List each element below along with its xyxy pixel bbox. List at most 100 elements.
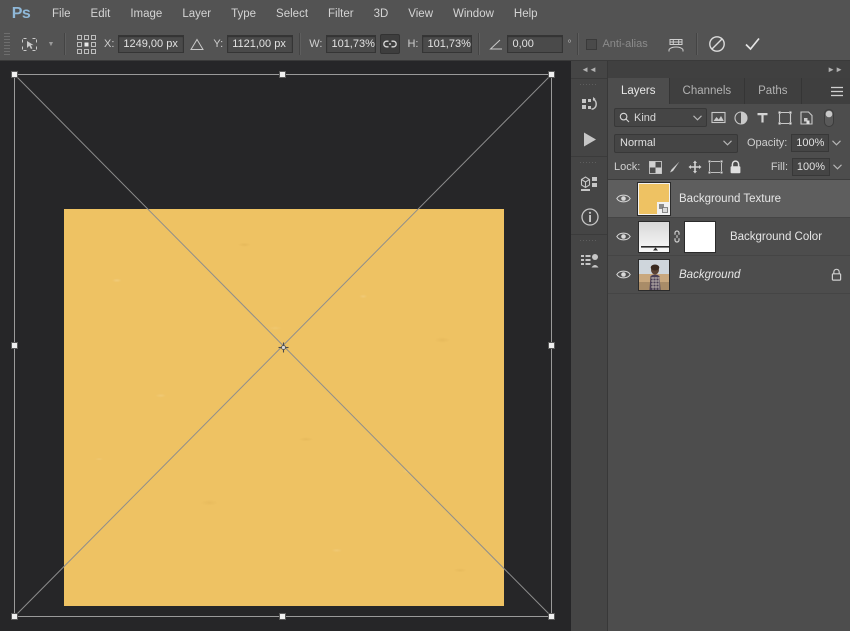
play-icon <box>584 132 596 146</box>
rail-grip-1[interactable] <box>571 81 607 88</box>
menu-edit[interactable]: Edit <box>81 0 121 28</box>
eye-icon <box>615 270 631 279</box>
transform-handle-top-middle[interactable] <box>279 71 286 78</box>
y-position-input[interactable]: 1121,00 px <box>227 35 294 53</box>
layer-visibility-toggle[interactable] <box>608 231 638 242</box>
layer-visibility-toggle[interactable] <box>608 193 638 204</box>
shape-layer-filter-icon[interactable] <box>774 107 795 128</box>
commit-transform-icon[interactable] <box>739 31 767 57</box>
blend-mode-select[interactable]: Normal <box>614 133 738 153</box>
rail-grip-3[interactable] <box>571 237 607 244</box>
tab-paths[interactable]: Paths <box>745 78 802 104</box>
height-input[interactable]: 101,73% <box>422 35 473 53</box>
transform-handle-top-right[interactable] <box>548 71 555 78</box>
fill-stepper-caret-icon[interactable] <box>830 164 844 170</box>
layer-mask-thumbnail[interactable] <box>684 220 716 253</box>
menu-window[interactable]: Window <box>443 0 504 28</box>
menu-help[interactable]: Help <box>504 0 548 28</box>
lock-position-icon[interactable] <box>685 157 705 177</box>
rotation-angle-input[interactable]: 0,00 <box>507 35 564 53</box>
collapse-panels-icon[interactable]: ◄◄ <box>571 61 607 78</box>
menu-type[interactable]: Type <box>221 0 266 28</box>
adjustments-panel-button[interactable] <box>571 244 608 278</box>
options-separator-2 <box>299 33 301 55</box>
menu-select[interactable]: Select <box>266 0 318 28</box>
type-layer-filter-icon[interactable] <box>752 107 773 128</box>
smart-object-filter-icon[interactable] <box>796 107 817 128</box>
rail-grip-2[interactable] <box>571 159 607 166</box>
history-panel-button[interactable] <box>571 88 608 122</box>
transform-handle-bottom-left[interactable] <box>11 613 18 620</box>
blend-mode-value: Normal <box>620 137 656 149</box>
layer-filter-kind-select[interactable]: Kind <box>614 108 707 127</box>
transform-handle-middle-right[interactable] <box>548 341 555 349</box>
free-transform-icon[interactable] <box>14 31 44 57</box>
lock-image-pixels-icon[interactable] <box>665 157 685 177</box>
table-row[interactable]: Background <box>608 256 850 294</box>
layer-thumbnail[interactable] <box>638 258 670 291</box>
mask-link-icon[interactable] <box>670 230 684 243</box>
y-label: Y: <box>213 38 224 50</box>
menu-layer[interactable]: Layer <box>172 0 221 28</box>
tab-layers[interactable]: Layers <box>608 78 670 104</box>
transform-handle-middle-left[interactable] <box>11 341 18 349</box>
adjustments-icon <box>581 253 599 267</box>
adjustment-layer-filter-icon[interactable] <box>730 107 751 128</box>
width-input[interactable]: 101,73% <box>326 35 377 53</box>
layer-visibility-toggle[interactable] <box>608 269 638 280</box>
canvas-area[interactable] <box>0 61 571 631</box>
adjustment-layer-thumbnail[interactable] <box>638 220 670 253</box>
opacity-stepper-caret-icon[interactable] <box>829 140 843 146</box>
relative-position-icon[interactable] <box>184 38 210 51</box>
transform-handle-bottom-middle[interactable] <box>279 613 286 620</box>
lock-all-icon[interactable] <box>725 157 745 177</box>
layer-thumbnail-wrap[interactable] <box>637 181 671 216</box>
layers-panel: ►► Layers Channels Paths Kind Normal Opa… <box>608 61 850 631</box>
layer-thumbnail[interactable] <box>637 181 671 216</box>
menu-view[interactable]: View <box>398 0 443 28</box>
menu-filter[interactable]: Filter <box>318 0 364 28</box>
fill-label: Fill: <box>770 161 788 173</box>
cancel-transform-icon[interactable] <box>703 31 731 57</box>
transform-center-point-icon[interactable] <box>278 340 289 353</box>
panel-menu-icon[interactable] <box>830 78 844 104</box>
lock-transparent-pixels-icon[interactable] <box>645 157 665 177</box>
tool-preset-caret-icon[interactable]: ▼ <box>44 32 58 56</box>
locked-layer-icon[interactable] <box>822 268 850 281</box>
layer-name[interactable]: Background <box>670 269 822 281</box>
info-panel-button[interactable] <box>571 200 608 234</box>
reference-point-grid-icon[interactable] <box>71 31 101 57</box>
fill-input[interactable]: 100% <box>792 158 830 176</box>
antialias-checkbox-box[interactable] <box>586 38 598 50</box>
layer-name[interactable]: Background Color <box>716 231 850 243</box>
options-separator-3 <box>478 33 480 55</box>
pixel-layer-filter-icon[interactable] <box>708 107 729 128</box>
menu-image[interactable]: Image <box>120 0 172 28</box>
tab-channels[interactable]: Channels <box>670 78 746 104</box>
maintain-aspect-ratio-icon[interactable] <box>380 34 401 54</box>
options-bar-grip[interactable] <box>3 33 12 55</box>
options-separator-1 <box>64 33 65 55</box>
lock-artboard-nesting-icon[interactable] <box>705 157 725 177</box>
photoshop-logo: Ps <box>11 5 31 22</box>
width-label: W: <box>309 38 323 50</box>
x-position-input[interactable]: 1249,00 px <box>118 35 185 53</box>
layer-name[interactable]: Background Texture <box>670 193 850 205</box>
antialias-checkbox[interactable]: Anti-alias <box>586 38 648 50</box>
switch-warp-mode-icon[interactable] <box>662 31 690 57</box>
transform-handle-top-left[interactable] <box>11 71 18 78</box>
actions-panel-button[interactable] <box>571 122 608 156</box>
layer-thumbnail-wrap[interactable] <box>638 258 670 291</box>
menu-file[interactable]: File <box>42 0 81 28</box>
history-icon <box>581 96 597 110</box>
table-row[interactable]: Background Texture <box>608 180 850 218</box>
filter-toggle-icon[interactable] <box>818 107 839 128</box>
transform-bounding-box[interactable] <box>11 71 555 620</box>
table-row[interactable]: Background Color <box>608 218 850 256</box>
menu-3d[interactable]: 3D <box>364 0 399 28</box>
transform-handle-bottom-right[interactable] <box>548 613 555 620</box>
expand-panels-icon[interactable]: ►► <box>608 61 850 78</box>
opacity-input[interactable]: 100% <box>791 134 830 152</box>
properties-panel-button[interactable] <box>571 166 608 200</box>
layer-thumbnail-wrap[interactable] <box>638 220 716 253</box>
